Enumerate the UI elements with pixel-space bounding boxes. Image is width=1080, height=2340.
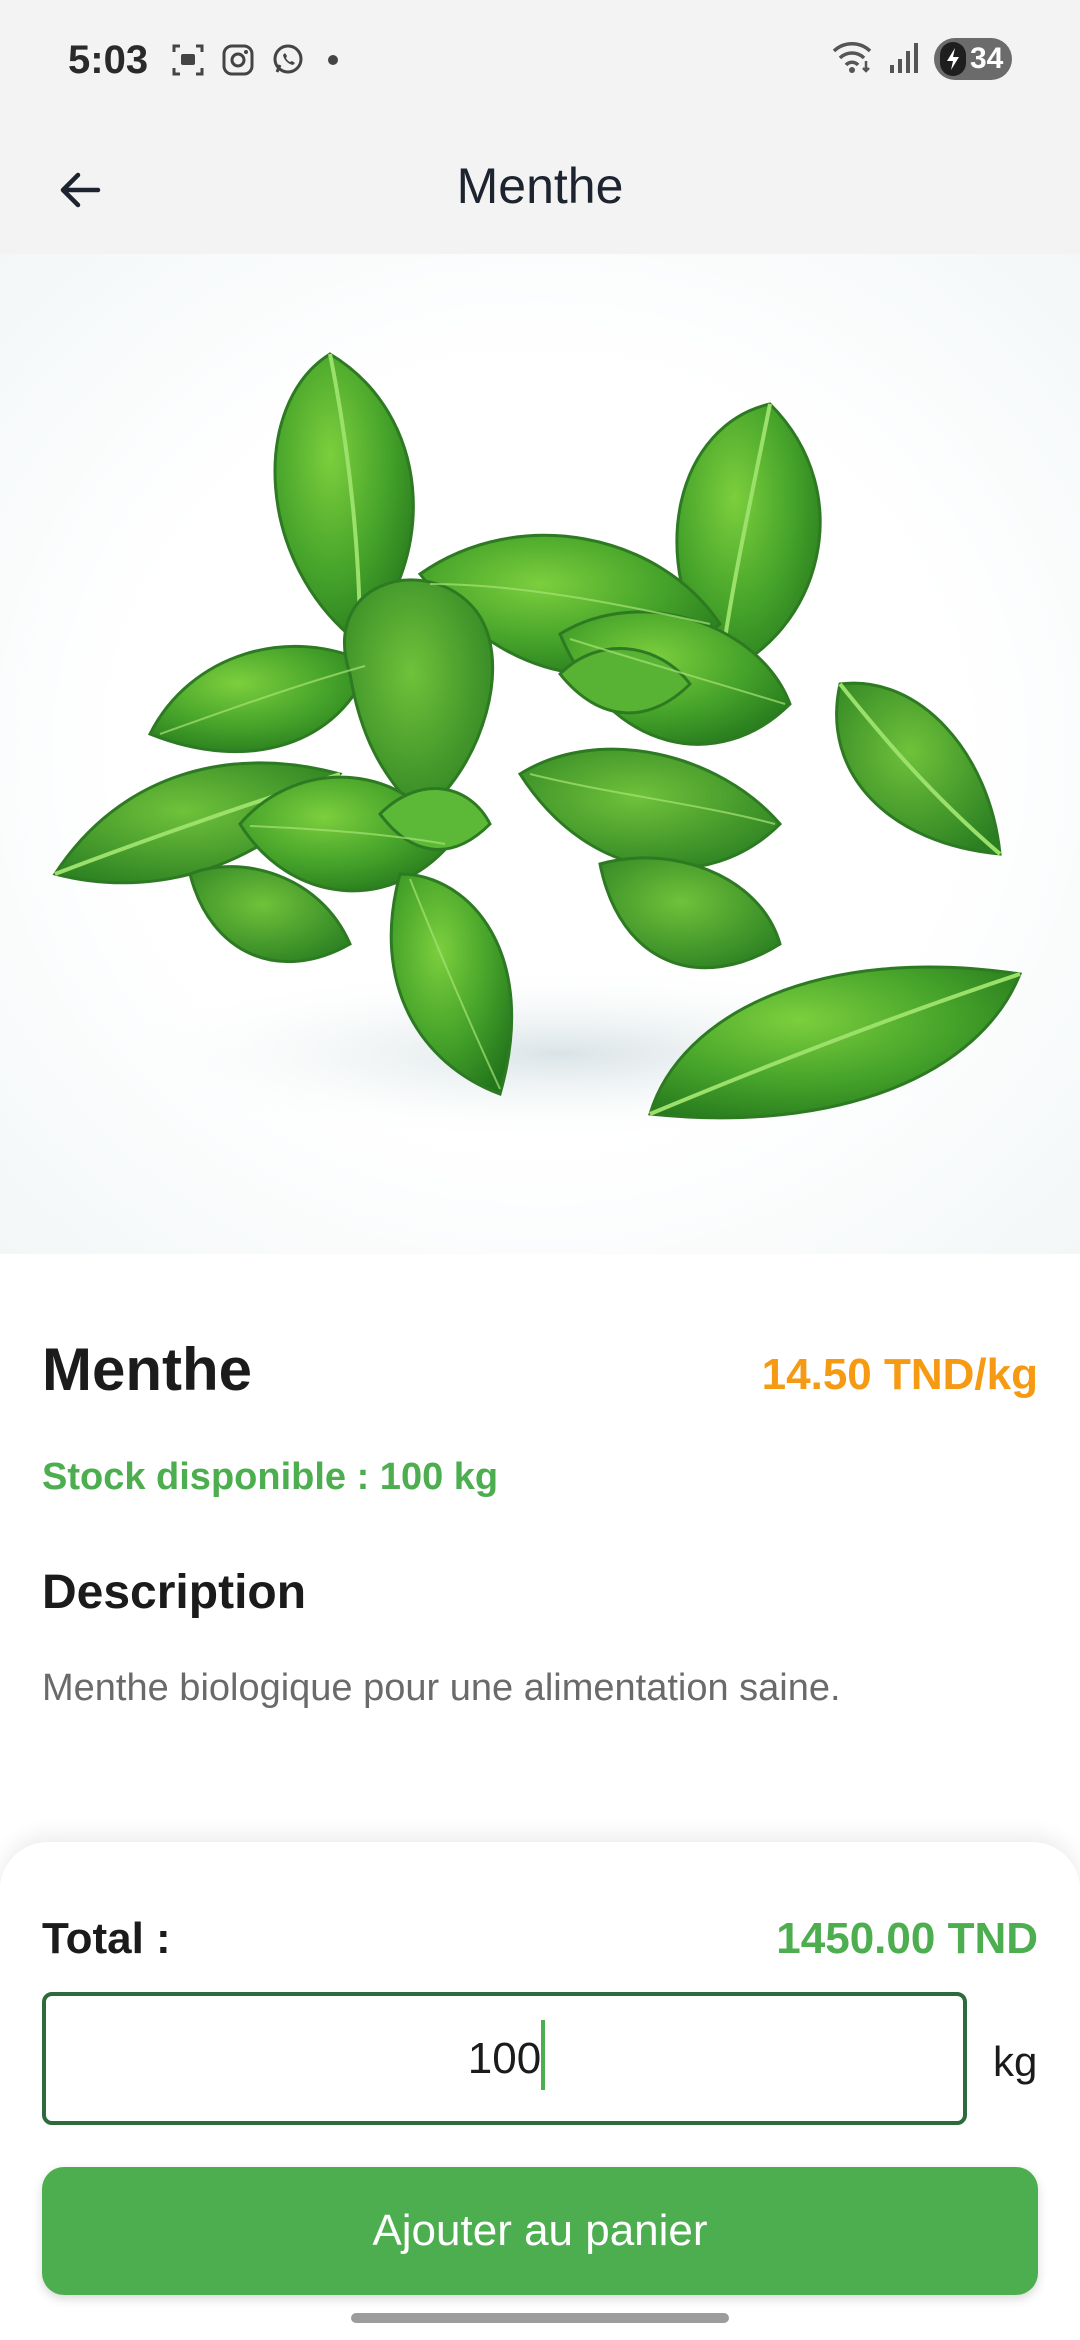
screenshot-icon [168,40,208,80]
product-price: 14.50 TND/kg [761,1350,1038,1399]
product-name: Menthe [42,1336,252,1403]
charging-icon [940,42,966,76]
signal-icon [888,39,920,80]
more-notifications-dot [328,55,338,65]
total-value: 1450.00 TND [776,1914,1038,1963]
app-bar: Menthe [0,122,1080,254]
description-text: Menthe biologique pour une alimentation … [42,1667,841,1709]
status-time: 5:03 [68,38,149,82]
wifi-icon [830,39,874,80]
page-title: Menthe [456,158,624,214]
battery-icon: 34 [934,38,1012,80]
quantity-input[interactable] [42,1992,967,2125]
order-sheet: Total : 1450.00 TND kg Ajouter au panier [0,1842,1080,2340]
instagram-icon [218,40,258,80]
total-label: Total : [42,1914,171,1963]
product-image [0,254,1080,1254]
notification-icons [168,40,338,80]
whatsapp-icon [268,40,308,80]
unit-label: kg [993,2038,1038,2085]
stock-availability: Stock disponible : 100 kg [42,1456,499,1498]
battery-level: 34 [970,42,1004,75]
description-heading: Description [42,1566,307,1619]
status-bar: 5:03 34 [0,0,1080,122]
system-icons: 34 [830,38,1012,80]
text-caret [541,2020,545,2090]
home-indicator[interactable] [351,2313,729,2323]
add-to-cart-button[interactable]: Ajouter au panier [42,2167,1038,2295]
